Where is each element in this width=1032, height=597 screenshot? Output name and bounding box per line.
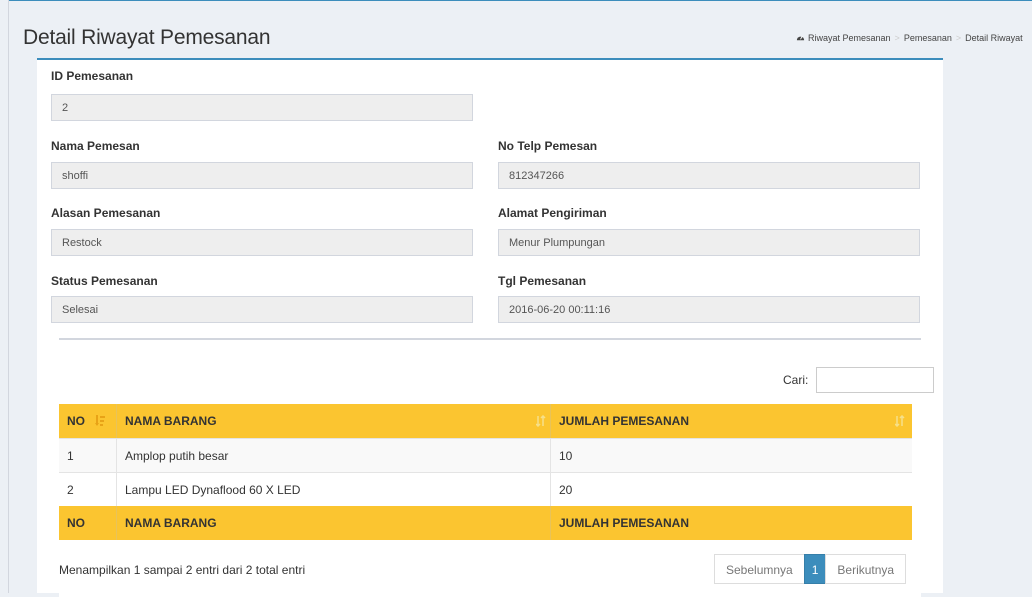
table-footer-row: NO NAMA BARANG JUMLAH PEMESANAN — [59, 506, 912, 540]
cell-nama: Lampu LED Dynaflood 60 X LED — [116, 473, 550, 507]
table-row: 1 Amplop putih besar 10 — [59, 438, 912, 473]
page-1-button[interactable]: 1 — [803, 554, 827, 584]
breadcrumb-separator: > — [894, 33, 900, 43]
pagination: Sebelumnya 1 Berikutnya — [714, 554, 907, 584]
telp-field[interactable]: 812347266 — [498, 162, 920, 189]
status-label: Status Pemesanan — [51, 274, 158, 288]
alamat-field[interactable]: Menur Plumpungan — [498, 229, 920, 256]
cell-nama: Amplop putih besar — [116, 439, 550, 473]
cell-jumlah: 10 — [550, 439, 912, 473]
nama-field[interactable]: shoffi — [51, 162, 473, 189]
sort-icon — [895, 415, 905, 427]
tgl-label: Tgl Pemesanan — [498, 274, 587, 288]
detail-box: ID Pemesanan 2 Nama Pemesan shoffi No Te… — [37, 58, 943, 597]
cell-jumlah: 20 — [550, 473, 912, 507]
id-field[interactable]: 2 — [51, 94, 473, 121]
footer-nama: NAMA BARANG — [116, 506, 550, 540]
next-page-button[interactable]: Berikutnya — [825, 554, 907, 584]
footer-no: NO — [67, 516, 85, 530]
footer-jumlah: JUMLAH PEMESANAN — [550, 506, 912, 540]
items-table-box: Cari: NO NAMA BARANG JUMLAH PEMESANAN 1 … — [59, 338, 934, 597]
table-header-row: NO NAMA BARANG JUMLAH PEMESANAN — [59, 404, 912, 438]
breadcrumb-riwayat-link[interactable]: Riwayat Pemesanan — [808, 33, 891, 43]
search-input[interactable] — [816, 367, 934, 393]
alamat-label: Alamat Pengiriman — [498, 206, 607, 220]
cell-no: 2 — [67, 483, 74, 497]
id-label: ID Pemesanan — [51, 69, 134, 83]
alasan-label: Alasan Pemesanan — [51, 206, 161, 220]
col-header-nama[interactable]: NAMA BARANG — [116, 404, 550, 438]
sort-asc-icon — [95, 415, 105, 426]
table-info: Menampilkan 1 sampai 2 entri dari 2 tota… — [59, 563, 306, 577]
status-field[interactable]: Selesai — [51, 296, 473, 323]
breadcrumb-current: Detail Riwayat — [965, 33, 1023, 43]
sort-icon — [536, 415, 546, 427]
col-header-no[interactable]: NO — [59, 404, 116, 438]
col-header-jumlah[interactable]: JUMLAH PEMESANAN — [550, 404, 912, 438]
dashboard-icon — [796, 33, 805, 42]
breadcrumb: Riwayat Pemesanan > Pemesanan > Detail Riway… — [796, 33, 1023, 43]
tgl-field[interactable]: 2016-06-20 00:11:16 — [498, 296, 920, 323]
search-label: Cari: — [783, 373, 809, 387]
alasan-field[interactable]: Restock — [51, 229, 473, 256]
breadcrumb-separator: > — [955, 33, 962, 43]
table-row: 2 Lampu LED Dynaflood 60 X LED 20 — [59, 472, 912, 507]
breadcrumb-pemesanan-link[interactable]: Pemesanan — [904, 33, 952, 43]
nama-label: Nama Pemesan — [51, 139, 140, 153]
top-border — [8, 0, 1032, 1]
prev-page-button[interactable]: Sebelumnya — [714, 554, 805, 584]
page-title: Detail Riwayat Pemesanan — [23, 26, 271, 49]
left-border — [8, 0, 9, 593]
cell-no: 1 — [67, 449, 74, 463]
telp-label: No Telp Pemesan — [498, 139, 598, 153]
